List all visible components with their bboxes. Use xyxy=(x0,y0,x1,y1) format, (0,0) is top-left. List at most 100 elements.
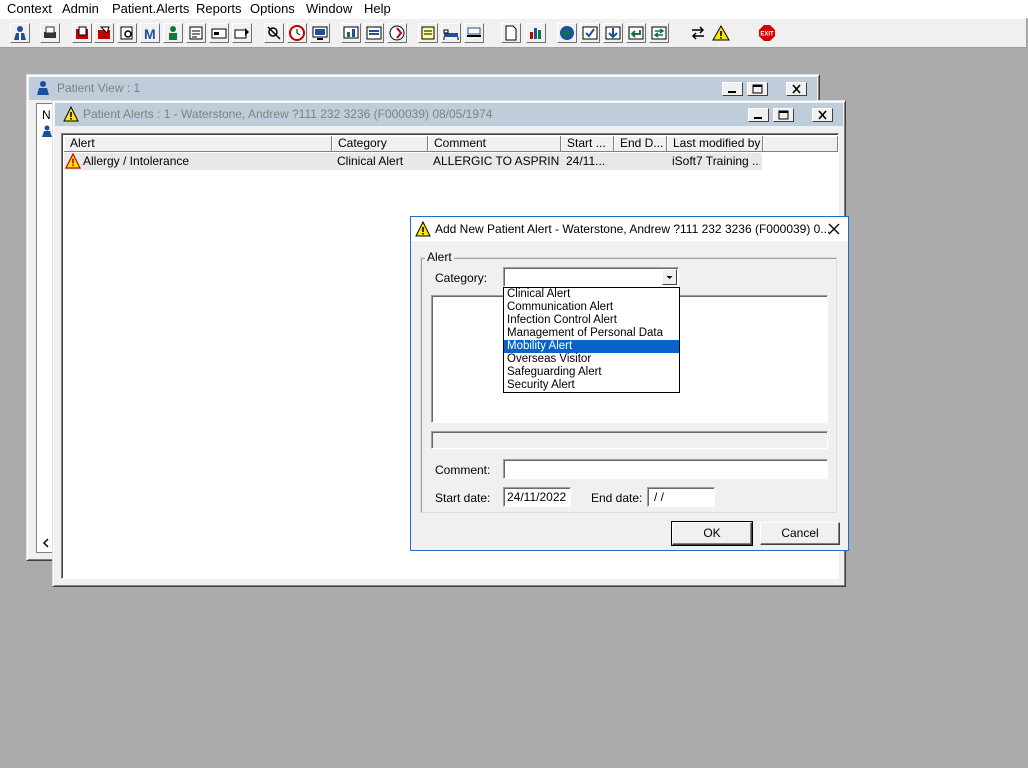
patient-view-titlebar[interactable]: Patient View : 1 xyxy=(29,77,817,100)
note-icon[interactable] xyxy=(418,23,438,43)
minimize-icon xyxy=(728,91,736,93)
cell-last-modified: iSoft7 Training ... xyxy=(672,154,760,168)
person-icon[interactable] xyxy=(163,23,183,43)
column-alert[interactable]: Alert xyxy=(64,136,332,152)
list-icon[interactable] xyxy=(364,23,384,43)
menu-reports[interactable]: Reports xyxy=(196,1,242,17)
column-last-modified[interactable]: Last modified by xyxy=(667,136,763,152)
menu-window[interactable]: Window xyxy=(306,1,352,17)
alert-warning-icon xyxy=(65,153,81,169)
warning-icon[interactable] xyxy=(711,23,731,43)
maximize-button[interactable] xyxy=(747,82,768,96)
minimize-button[interactable] xyxy=(722,82,743,96)
end-date-value: / / xyxy=(654,490,665,504)
warning-icon xyxy=(415,221,431,237)
scroll-left-icon[interactable] xyxy=(41,538,51,548)
bar-chart-icon[interactable] xyxy=(526,23,546,43)
search-doc-icon[interactable] xyxy=(117,23,137,43)
dropdown-item-communication-alert[interactable]: Communication Alert xyxy=(504,301,679,314)
close-button[interactable] xyxy=(786,82,807,96)
dropdown-item-safeguarding-alert[interactable]: Safeguarding Alert xyxy=(504,366,679,379)
maximize-icon xyxy=(778,110,789,120)
document-icon[interactable] xyxy=(501,23,521,43)
column-filler xyxy=(763,136,838,152)
menu-patient-alerts[interactable]: Patient.Alerts xyxy=(112,1,189,17)
no-search-icon[interactable] xyxy=(264,23,284,43)
notepad-icon[interactable] xyxy=(186,23,206,43)
warning-icon xyxy=(63,106,79,122)
cancel-button[interactable]: Cancel xyxy=(760,522,840,545)
close-button[interactable] xyxy=(812,108,833,122)
menu-admin[interactable]: Admin xyxy=(62,1,99,17)
column-start[interactable]: Start ... xyxy=(561,136,614,152)
maximize-icon xyxy=(752,84,763,94)
start-date-input[interactable]: 24/11/2022 xyxy=(503,487,571,507)
end-date-label: End date: xyxy=(591,491,643,505)
column-end[interactable]: End D... xyxy=(614,136,667,152)
table-row[interactable]: Allergy / Intolerance Clinical Alert ALL… xyxy=(64,153,762,170)
chart-icon[interactable] xyxy=(341,23,361,43)
close-icon xyxy=(818,110,827,120)
world-icon[interactable] xyxy=(557,23,577,43)
chevron-down-icon xyxy=(666,276,673,279)
transfer-icon[interactable] xyxy=(649,23,669,43)
panel-text: N xyxy=(42,108,51,122)
dropdown-item-clinical-alert[interactable]: Clinical Alert xyxy=(504,288,679,301)
letter-m-icon[interactable]: M xyxy=(140,23,160,43)
cell-start: 24/11... xyxy=(566,154,606,168)
alert-description-field xyxy=(431,431,828,449)
ok-button[interactable]: OK xyxy=(671,521,753,546)
edit-folder-icon[interactable] xyxy=(94,23,114,43)
toolbar: M EXIT xyxy=(0,18,1027,48)
printer-icon[interactable] xyxy=(40,23,60,43)
patient-view-title: Patient View : 1 xyxy=(57,81,141,95)
end-date-input[interactable]: / / xyxy=(647,487,715,507)
monitor-icon[interactable] xyxy=(310,23,330,43)
arrow-return-icon[interactable] xyxy=(626,23,646,43)
start-date-value: 24/11/2022 xyxy=(507,490,567,504)
stretcher-icon[interactable] xyxy=(464,23,484,43)
category-dropdown-list: Clinical Alert Communication Alert Infec… xyxy=(503,287,680,393)
minimize-icon xyxy=(754,117,762,119)
cell-alert: Allergy / Intolerance xyxy=(83,154,190,168)
bed-icon[interactable] xyxy=(441,23,461,43)
dropdown-button[interactable] xyxy=(662,269,677,285)
dropdown-item-infection-control-alert[interactable]: Infection Control Alert xyxy=(504,314,679,327)
dropdown-item-management-of-personal-data[interactable]: Management of Personal Data xyxy=(504,327,679,340)
cell-category: Clinical Alert xyxy=(337,154,404,168)
comment-label: Comment: xyxy=(435,463,491,477)
dialog-title: Add New Patient Alert - Waterstone, Andr… xyxy=(435,222,831,236)
close-icon[interactable] xyxy=(828,223,840,235)
card-icon[interactable] xyxy=(209,23,229,43)
dropdown-item-overseas-visitor[interactable]: Overseas Visitor xyxy=(504,353,679,366)
start-date-label: Start date: xyxy=(435,491,491,505)
column-comment[interactable]: Comment xyxy=(428,136,561,152)
comment-input[interactable] xyxy=(503,459,828,479)
menu-context[interactable]: Context xyxy=(7,1,52,17)
category-select[interactable] xyxy=(503,267,679,287)
folder-icon[interactable] xyxy=(72,23,92,43)
menu-options[interactable]: Options xyxy=(250,1,295,17)
dialog-titlebar[interactable]: Add New Patient Alert - Waterstone, Andr… xyxy=(411,217,848,241)
dropdown-item-mobility-alert[interactable]: Mobility Alert xyxy=(504,340,679,353)
card-arrow-icon[interactable] xyxy=(232,23,252,43)
column-category[interactable]: Category xyxy=(332,136,428,152)
exit-icon[interactable]: EXIT xyxy=(757,23,777,43)
check-icon[interactable] xyxy=(580,23,600,43)
minimize-button[interactable] xyxy=(748,108,769,122)
menu-bar: Context Admin Patient.Alerts Reports Opt… xyxy=(0,0,1028,18)
patient-alerts-title: Patient Alerts : 1 - Waterstone, Andrew … xyxy=(83,107,493,121)
arrow-down-icon[interactable] xyxy=(603,23,623,43)
patient-icon[interactable] xyxy=(10,23,30,43)
maximize-button[interactable] xyxy=(773,108,794,122)
patient-alerts-titlebar[interactable]: Patient Alerts : 1 - Waterstone, Andrew … xyxy=(55,103,843,126)
swap-icon[interactable] xyxy=(688,23,708,43)
menu-help[interactable]: Help xyxy=(364,1,391,17)
dropdown-item-security-alert[interactable]: Security Alert xyxy=(504,379,679,392)
patient-icon xyxy=(37,81,49,95)
close-icon xyxy=(792,84,801,94)
clock-icon[interactable] xyxy=(287,23,307,43)
globe-icon[interactable] xyxy=(387,23,407,43)
cell-comment: ALLERGIC TO ASPRIN xyxy=(433,154,559,168)
category-label: Category: xyxy=(435,271,488,285)
